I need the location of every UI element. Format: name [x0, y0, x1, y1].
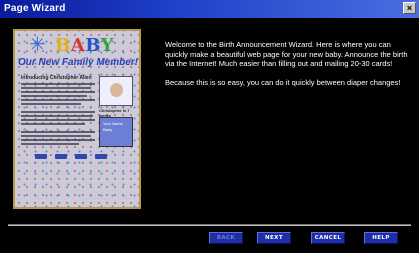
preview-text-line [21, 91, 95, 93]
baby-logo: BABY [55, 35, 114, 56]
wizard-description: Welcome to the Birth Announcement Wizard… [165, 40, 415, 96]
preview-headline: Our New Family Member! [18, 57, 139, 68]
preview-text-line [21, 83, 95, 85]
preview-text-line [21, 143, 79, 145]
preview-text-line [21, 111, 95, 113]
next-button[interactable]: NEXT [257, 232, 291, 244]
welcome-paragraph: Welcome to the Birth Announcement Wizard… [165, 40, 408, 68]
back-button[interactable]: BACK [209, 232, 243, 244]
preview-intro: Introducing Christopher Allen [21, 75, 92, 81]
title-bar[interactable]: Page Wizard × [0, 0, 419, 18]
page-wizard-window: Page Wizard × ✳ BABY Our New Family Memb… [0, 0, 419, 253]
preview-text-line [21, 115, 93, 117]
preview-text-line [21, 99, 95, 101]
window-title: Page Wizard [4, 3, 66, 14]
cancel-button[interactable]: CANCEL [311, 232, 345, 244]
preview-text-line [21, 135, 91, 137]
page-preview-thumbnail: ✳ BABY Our New Family Member! Introducin… [13, 29, 141, 209]
separator [8, 224, 411, 226]
preview-text-line [21, 131, 95, 133]
easy-paragraph: Because this is so easy, you can do it q… [165, 77, 401, 87]
preview-footer-link [35, 154, 47, 159]
star-icon: ✳ [29, 34, 46, 56]
preview-text-line [21, 139, 95, 141]
preview-text-line [21, 95, 87, 97]
preview-text-line [21, 119, 95, 121]
preview-footer-link [55, 154, 67, 159]
help-button[interactable]: HELP [364, 232, 398, 244]
baby-photo [99, 76, 133, 106]
preview-text-line [21, 103, 81, 105]
preview-footer-link [75, 154, 87, 159]
preview-footer-link [95, 154, 107, 159]
preview-text-line [21, 87, 91, 89]
preview-text-line [21, 123, 85, 125]
preview-info-box: Your Name Baby [99, 117, 133, 147]
close-icon[interactable]: × [403, 2, 416, 14]
